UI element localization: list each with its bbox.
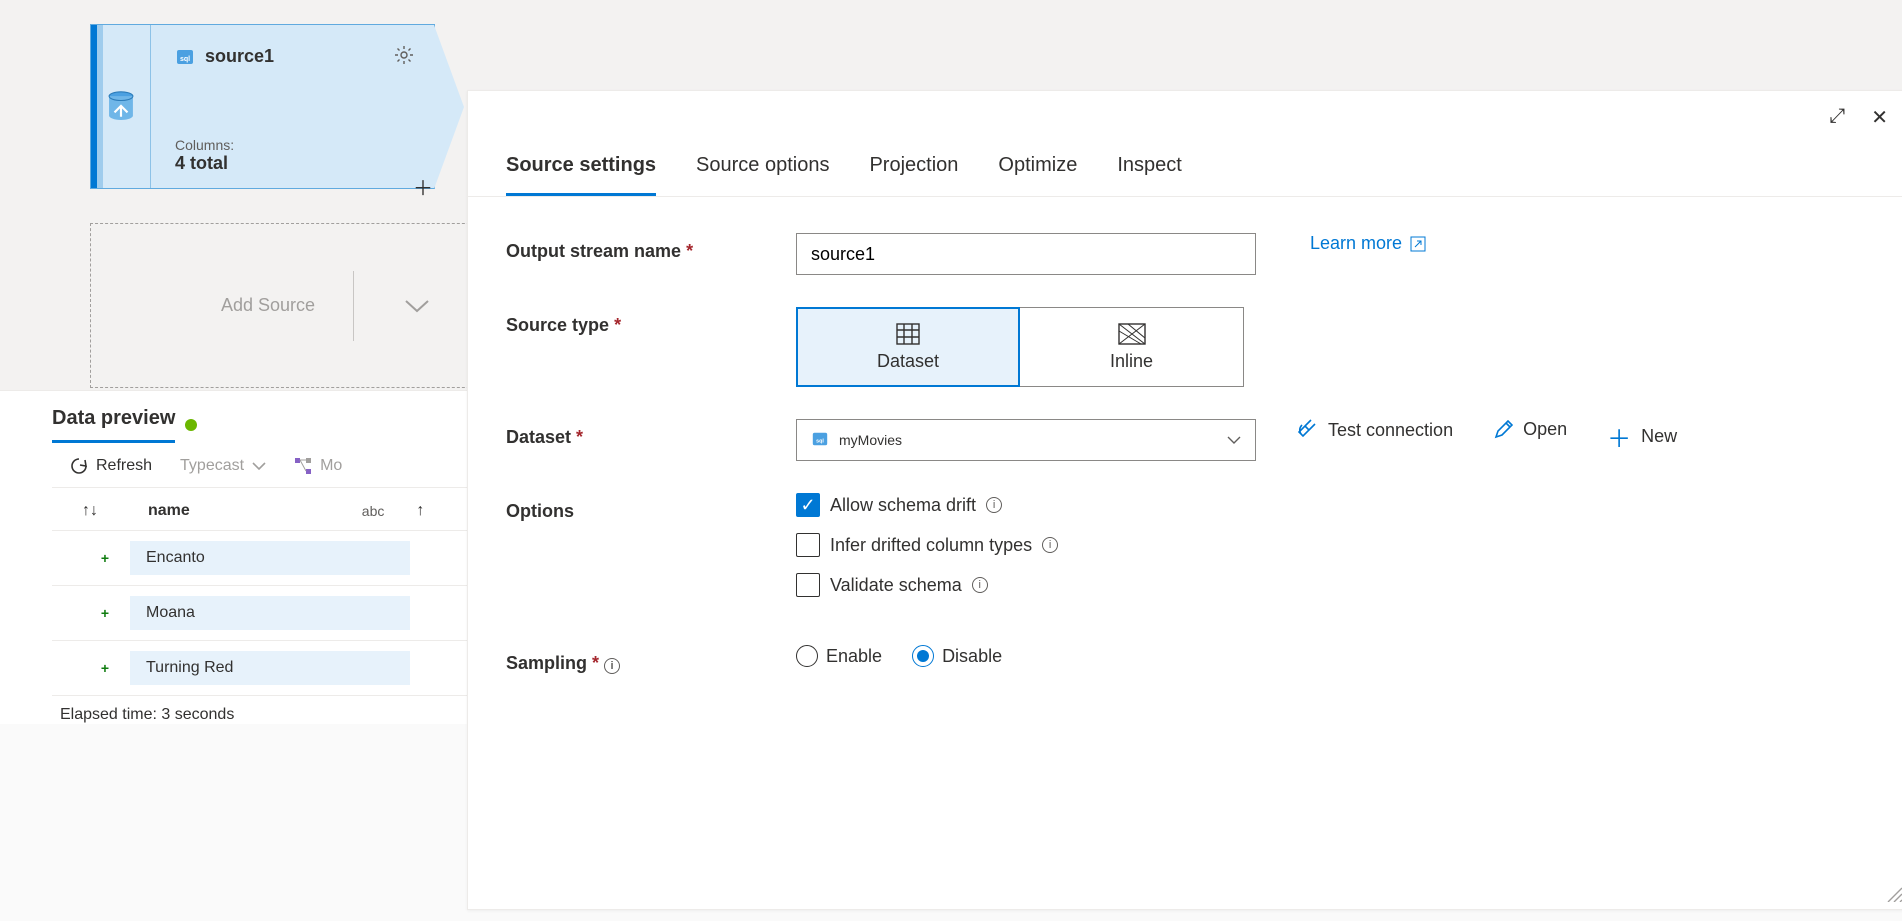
close-icon[interactable]: ✕ xyxy=(1871,105,1888,130)
dataset-dropdown[interactable]: sql myMovies xyxy=(796,419,1256,461)
sort-icon[interactable]: ↑ xyxy=(416,502,424,520)
svg-text:sql: sql xyxy=(180,56,190,63)
expand-icon[interactable]: ⤢ xyxy=(1829,105,1845,130)
source-node[interactable]: sql source1 Columns: 4 total xyxy=(90,24,435,189)
dataset-value: myMovies xyxy=(839,432,902,448)
infer-drifted-columns-label: Infer drifted column types xyxy=(830,535,1032,556)
resize-handle-icon[interactable] xyxy=(1884,884,1902,905)
plus-icon: ＋ xyxy=(1607,419,1631,454)
modify-button[interactable]: Mo xyxy=(294,457,342,475)
column-type-badge: abc xyxy=(362,503,385,519)
output-stream-input[interactable] xyxy=(796,233,1256,275)
modify-label: Mo xyxy=(320,457,342,475)
source-type-inline[interactable]: Inline xyxy=(1020,307,1244,387)
source-type-dataset[interactable]: Dataset xyxy=(796,307,1020,387)
columns-value: 4 total xyxy=(175,153,414,174)
tab-source-options[interactable]: Source options xyxy=(696,154,829,196)
chevron-down-icon[interactable] xyxy=(404,299,430,313)
settings-panel: ⤢ ✕ Source settings Source options Proje… xyxy=(467,90,1902,910)
refresh-icon xyxy=(70,457,88,475)
add-step-icon[interactable]: ＋ xyxy=(413,172,433,201)
tab-projection[interactable]: Projection xyxy=(869,154,958,196)
expand-row-icon[interactable]: + xyxy=(80,550,130,566)
chevron-down-icon xyxy=(252,462,266,470)
info-icon[interactable]: i xyxy=(972,577,988,593)
typecast-label: Typecast xyxy=(180,457,244,475)
sort-icon[interactable]: ↑↓ xyxy=(82,502,98,520)
learn-more-link[interactable]: Learn more xyxy=(1310,233,1426,254)
label-output-stream: Output stream name * xyxy=(506,233,756,262)
label-sampling: Sampling * i xyxy=(506,645,756,674)
open-button[interactable]: Open xyxy=(1493,419,1567,440)
cell: Turning Red xyxy=(130,651,410,685)
sampling-enable-radio[interactable] xyxy=(796,645,818,667)
test-connection-button[interactable]: Test connection xyxy=(1296,419,1453,441)
sql-icon: sql xyxy=(811,430,829,451)
expand-row-icon[interactable]: + xyxy=(80,605,130,621)
validate-schema-label: Validate schema xyxy=(830,575,962,596)
source-node-body: sql source1 Columns: 4 total xyxy=(151,25,434,188)
info-icon[interactable]: i xyxy=(986,497,1002,513)
svg-text:sql: sql xyxy=(816,438,824,444)
validate-schema-checkbox[interactable] xyxy=(796,573,820,597)
sampling-disable-radio[interactable] xyxy=(912,645,934,667)
allow-schema-drift-checkbox[interactable]: ✓ xyxy=(796,493,820,517)
columns-label: Columns: xyxy=(175,137,414,153)
infer-drifted-columns-checkbox[interactable] xyxy=(796,533,820,557)
tab-source-settings[interactable]: Source settings xyxy=(506,154,656,196)
label-source-type: Source type * xyxy=(506,307,756,336)
node-output-arrow xyxy=(434,25,464,189)
allow-schema-drift-label: Allow schema drift xyxy=(830,495,976,516)
plug-icon xyxy=(1296,419,1318,441)
data-preview-tab[interactable]: Data preview xyxy=(52,407,175,443)
cell: Encanto xyxy=(130,541,410,575)
panel-tabs: Source settings Source options Projectio… xyxy=(468,130,1902,197)
external-link-icon xyxy=(1410,236,1426,252)
tab-optimize[interactable]: Optimize xyxy=(998,154,1077,196)
label-options: Options xyxy=(506,493,756,522)
divider xyxy=(353,271,354,341)
inline-icon xyxy=(1118,323,1146,345)
expand-row-icon[interactable]: + xyxy=(80,660,130,676)
info-icon[interactable]: i xyxy=(1042,537,1058,553)
source-node-title: source1 xyxy=(205,46,274,67)
typecast-button[interactable]: Typecast xyxy=(180,457,266,475)
add-source-placeholder[interactable]: Add Source xyxy=(90,223,490,388)
pencil-icon xyxy=(1493,420,1513,440)
info-icon[interactable]: i xyxy=(604,658,620,674)
refresh-label: Refresh xyxy=(96,457,152,475)
column-header-name[interactable]: name xyxy=(130,502,190,520)
new-button[interactable]: ＋ New xyxy=(1607,419,1677,454)
source-node-handle[interactable] xyxy=(91,25,151,188)
sql-icon: sql xyxy=(175,47,195,67)
cell: Moana xyxy=(130,596,410,630)
add-source-label: Add Source xyxy=(221,295,315,316)
refresh-button[interactable]: Refresh xyxy=(70,457,152,475)
tab-inspect[interactable]: Inspect xyxy=(1117,154,1181,196)
chevron-down-icon xyxy=(1227,436,1241,444)
database-icon xyxy=(108,90,134,124)
label-dataset: Dataset * xyxy=(506,419,756,448)
status-indicator-icon xyxy=(185,419,197,431)
map-columns-icon xyxy=(294,457,312,475)
gear-icon[interactable] xyxy=(394,45,414,68)
dataset-icon xyxy=(896,323,920,345)
